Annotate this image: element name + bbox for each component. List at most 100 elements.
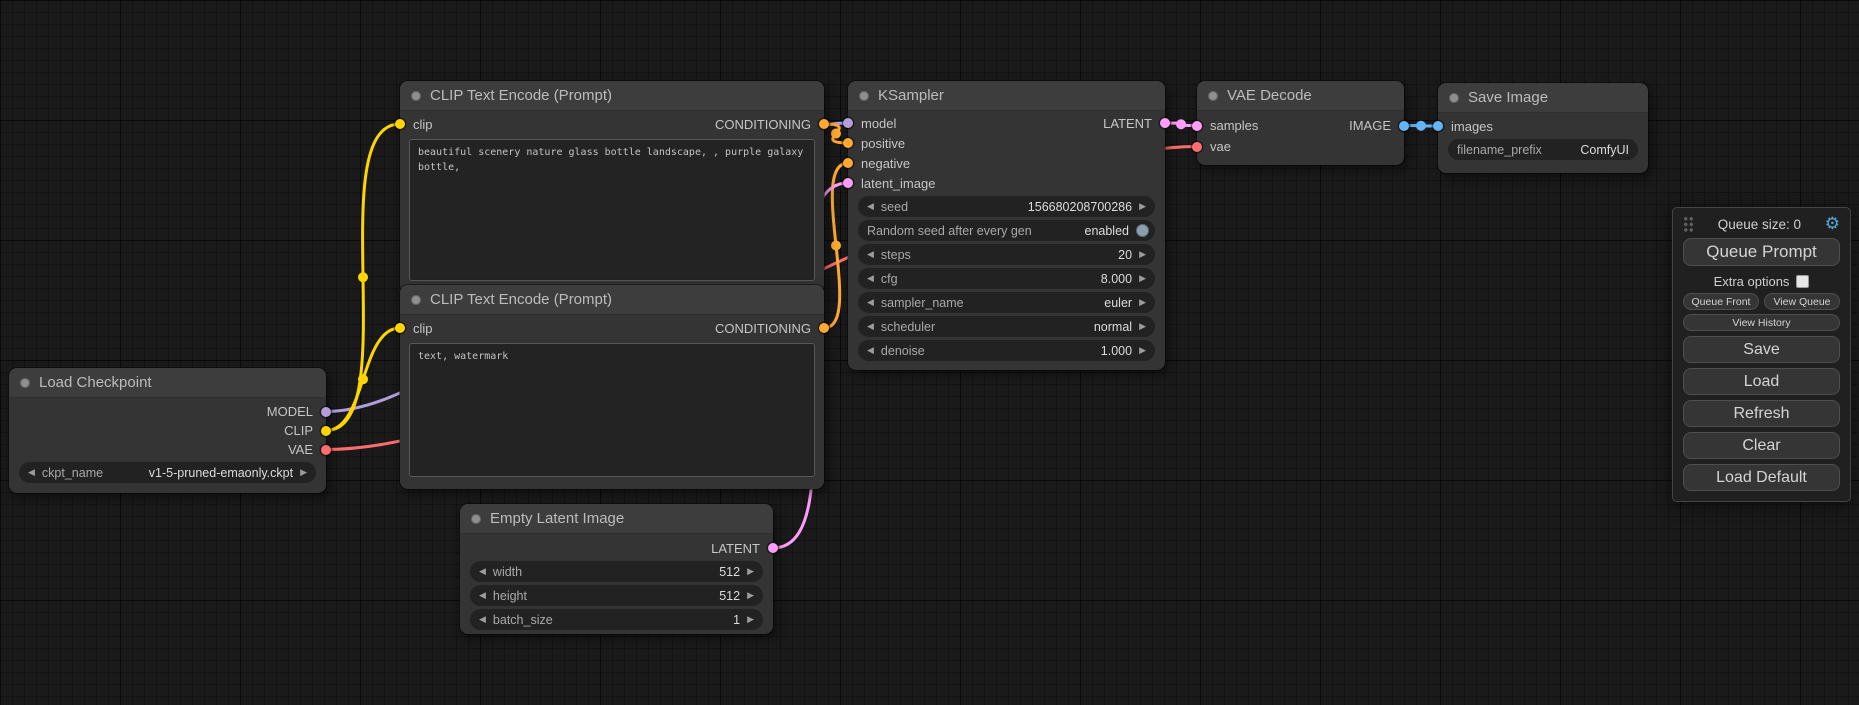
- node-load-checkpoint[interactable]: Load Checkpoint MODEL CLIP VAE ◀ ckpt_na…: [9, 368, 326, 493]
- widget-denoise[interactable]: ◀ denoise 1.000 ▶: [858, 340, 1155, 361]
- input-slot-label: images: [1451, 119, 1493, 134]
- node-titlebar[interactable]: KSampler: [848, 81, 1165, 111]
- node-title: CLIP Text Encode (Prompt): [430, 291, 612, 308]
- collapse-dot-icon[interactable]: [1449, 93, 1459, 103]
- node-titlebar[interactable]: CLIP Text Encode (Prompt): [400, 285, 824, 315]
- increment-arrow-icon[interactable]: ▶: [747, 567, 754, 577]
- input-slot-clip-dot[interactable]: [395, 119, 405, 129]
- input-slot-negative-dot[interactable]: [843, 158, 853, 168]
- node-clip-text-encode-positive[interactable]: CLIP Text Encode (Prompt) clip CONDITION…: [400, 81, 824, 293]
- node-titlebar[interactable]: CLIP Text Encode (Prompt): [400, 81, 824, 111]
- decrement-arrow-icon[interactable]: ◀: [867, 346, 874, 356]
- output-slot-model-dot[interactable]: [321, 407, 331, 417]
- input-slot-latent-image-dot[interactable]: [843, 178, 853, 188]
- node-ksampler[interactable]: KSampler model LATENT positive negative …: [848, 81, 1165, 370]
- load-button[interactable]: Load: [1683, 368, 1840, 395]
- node-clip-text-encode-negative[interactable]: CLIP Text Encode (Prompt) clip CONDITION…: [400, 285, 824, 489]
- slot-row: latent_image: [848, 173, 1165, 193]
- collapse-dot-icon[interactable]: [411, 91, 421, 101]
- widget-ckpt-name[interactable]: ◀ ckpt_name v1-5-pruned-emaonly.ckpt ▶: [19, 462, 316, 483]
- node-titlebar[interactable]: Load Checkpoint: [9, 368, 326, 398]
- node-graph-canvas[interactable]: Load Checkpoint MODEL CLIP VAE ◀ ckpt_na…: [0, 0, 1859, 705]
- toggle-knob-icon[interactable]: [1136, 224, 1149, 237]
- output-slot-conditioning-dot[interactable]: [819, 119, 829, 129]
- prompt-textarea[interactable]: text, watermark: [409, 343, 815, 477]
- widget-batch-size[interactable]: ◀ batch_size 1 ▶: [470, 609, 763, 630]
- widget-seed[interactable]: ◀ seed 156680208700286 ▶: [858, 196, 1155, 217]
- extra-options-checkbox[interactable]: [1796, 275, 1809, 288]
- refresh-button[interactable]: Refresh: [1683, 400, 1840, 427]
- widget-filename-prefix[interactable]: filename_prefix ComfyUI: [1448, 139, 1638, 160]
- input-slot-label: clip: [413, 117, 433, 132]
- slot-row: VAE: [9, 440, 326, 459]
- decrement-arrow-icon[interactable]: ◀: [479, 615, 486, 625]
- increment-arrow-icon[interactable]: ▶: [1139, 322, 1146, 332]
- increment-arrow-icon[interactable]: ▶: [747, 615, 754, 625]
- input-slot-label: negative: [861, 156, 910, 171]
- increment-arrow-icon[interactable]: ▶: [1139, 298, 1146, 308]
- node-save-image[interactable]: Save Image images filename_prefix ComfyU…: [1438, 83, 1648, 173]
- widget-random-seed-toggle[interactable]: Random seed after every gen enabled: [858, 220, 1155, 241]
- queue-front-button[interactable]: Queue Front: [1683, 293, 1759, 310]
- input-slot-label: positive: [861, 136, 905, 151]
- input-slot-images-dot[interactable]: [1433, 121, 1443, 131]
- increment-arrow-icon[interactable]: ▶: [1139, 250, 1146, 260]
- save-button[interactable]: Save: [1683, 336, 1840, 363]
- widget-cfg[interactable]: ◀ cfg 8.000 ▶: [858, 268, 1155, 289]
- collapse-dot-icon[interactable]: [20, 378, 30, 388]
- output-slot-vae-dot[interactable]: [321, 445, 331, 455]
- decrement-arrow-icon[interactable]: ◀: [479, 567, 486, 577]
- output-slot-latent-dot[interactable]: [1160, 118, 1170, 128]
- collapse-dot-icon[interactable]: [1208, 91, 1218, 101]
- increment-arrow-icon[interactable]: ▶: [747, 591, 754, 601]
- view-queue-button[interactable]: View Queue: [1764, 293, 1840, 310]
- decrement-arrow-icon[interactable]: ◀: [867, 322, 874, 332]
- widget-scheduler[interactable]: ◀ scheduler normal ▶: [858, 316, 1155, 337]
- decrement-arrow-icon[interactable]: ◀: [479, 591, 486, 601]
- node-title: Empty Latent Image: [490, 510, 624, 527]
- widget-width[interactable]: ◀ width 512 ▶: [470, 561, 763, 582]
- decrement-arrow-icon[interactable]: ◀: [867, 274, 874, 284]
- node-vae-decode[interactable]: VAE Decode samples IMAGE vae: [1197, 81, 1404, 165]
- widget-value: normal: [1094, 320, 1132, 334]
- slot-row: LATENT: [460, 538, 773, 558]
- input-slot-clip-dot[interactable]: [395, 323, 405, 333]
- output-slot-image-dot[interactable]: [1399, 121, 1409, 131]
- increment-arrow-icon[interactable]: ▶: [1139, 202, 1146, 212]
- slot-row: CLIP: [9, 421, 326, 440]
- widget-steps[interactable]: ◀ steps 20 ▶: [858, 244, 1155, 265]
- decrement-arrow-icon[interactable]: ◀: [867, 250, 874, 260]
- settings-gear-icon[interactable]: ⚙: [1825, 216, 1840, 233]
- node-empty-latent-image[interactable]: Empty Latent Image LATENT ◀ width 512 ▶ …: [460, 504, 773, 634]
- clear-button[interactable]: Clear: [1683, 432, 1840, 459]
- node-title: CLIP Text Encode (Prompt): [430, 87, 612, 104]
- node-titlebar[interactable]: Empty Latent Image: [460, 504, 773, 534]
- output-slot-clip-dot[interactable]: [321, 426, 331, 436]
- increment-arrow-icon[interactable]: ▶: [1139, 346, 1146, 356]
- collapse-dot-icon[interactable]: [859, 91, 869, 101]
- prompt-textarea[interactable]: beautiful scenery nature glass bottle la…: [409, 139, 815, 281]
- increment-arrow-icon[interactable]: ▶: [300, 468, 307, 478]
- output-slot-latent-dot[interactable]: [768, 543, 778, 553]
- input-slot-samples-dot[interactable]: [1192, 121, 1202, 131]
- decrement-arrow-icon[interactable]: ◀: [867, 298, 874, 308]
- queue-panel: Queue size: 0 ⚙ Queue Prompt Extra optio…: [1672, 207, 1851, 502]
- input-slot-vae-dot[interactable]: [1192, 142, 1202, 152]
- load-default-button[interactable]: Load Default: [1683, 464, 1840, 491]
- node-titlebar[interactable]: VAE Decode: [1197, 81, 1404, 111]
- view-history-button[interactable]: View History: [1683, 314, 1840, 331]
- decrement-arrow-icon[interactable]: ◀: [867, 202, 874, 212]
- widget-height[interactable]: ◀ height 512 ▶: [470, 585, 763, 606]
- node-titlebar[interactable]: Save Image: [1438, 83, 1648, 113]
- queue-prompt-button[interactable]: Queue Prompt: [1683, 238, 1840, 266]
- drag-handle-icon[interactable]: [1683, 216, 1694, 233]
- increment-arrow-icon[interactable]: ▶: [1139, 274, 1146, 284]
- decrement-arrow-icon[interactable]: ◀: [28, 468, 35, 478]
- collapse-dot-icon[interactable]: [471, 514, 481, 524]
- input-slot-model-dot[interactable]: [843, 118, 853, 128]
- input-slot-positive-dot[interactable]: [843, 138, 853, 148]
- collapse-dot-icon[interactable]: [411, 295, 421, 305]
- output-slot-label: LATENT: [1103, 116, 1152, 131]
- widget-sampler-name[interactable]: ◀ sampler_name euler ▶: [858, 292, 1155, 313]
- output-slot-conditioning-dot[interactable]: [819, 323, 829, 333]
